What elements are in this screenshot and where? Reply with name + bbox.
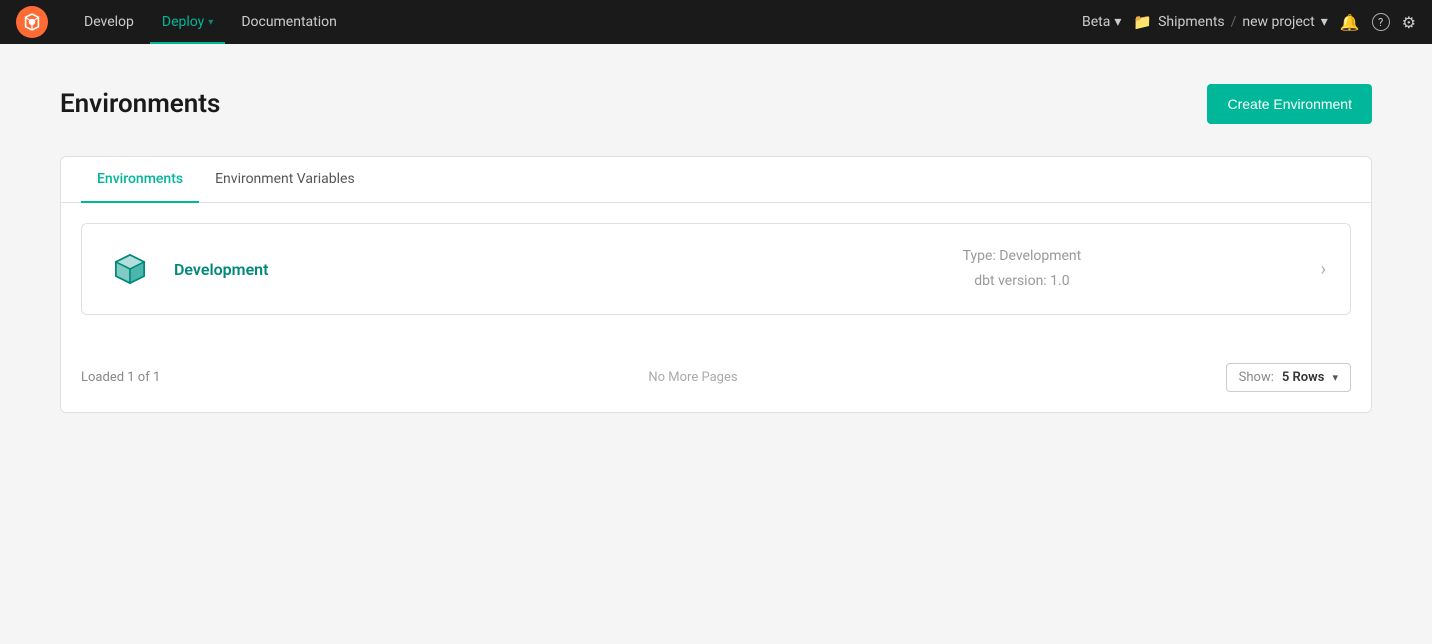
tabs-bar: Environments Environment Variables — [61, 157, 1371, 203]
environment-meta: Type: Development dbt version: 1.0 — [739, 244, 1304, 294]
rows-per-page-select[interactable]: Show: 5 Rows ▾ — [1226, 363, 1351, 392]
page-title: Environments — [60, 89, 220, 119]
environments-list: Development Type: Development dbt versio… — [61, 203, 1371, 335]
cube-icon — [110, 249, 150, 289]
environment-dbt-version: dbt version: 1.0 — [739, 269, 1304, 294]
pagination-loaded-text: Loaded 1 of 1 — [81, 370, 160, 385]
environment-icon-wrapper — [106, 245, 154, 293]
environment-row[interactable]: Development Type: Development dbt versio… — [81, 223, 1351, 315]
create-environment-button[interactable]: Create Environment — [1207, 84, 1372, 124]
settings-icon: ⚙ — [1402, 13, 1416, 32]
tab-environment-variables[interactable]: Environment Variables — [199, 157, 371, 203]
deploy-chevron-icon: ▾ — [208, 17, 213, 28]
environment-name: Development — [174, 260, 739, 279]
project-name-label: new project — [1242, 14, 1314, 30]
nav-links: Develop Deploy ▾ Documentation — [72, 0, 349, 44]
environments-container: Environments Environment Variables Devel… — [60, 156, 1372, 413]
logo[interactable] — [16, 6, 48, 38]
page-header: Environments Create Environment — [60, 84, 1372, 124]
rows-chevron-icon: ▾ — [1332, 371, 1338, 384]
project-chevron-icon: ▾ — [1321, 14, 1328, 30]
beta-chevron-icon: ▾ — [1114, 14, 1121, 30]
beta-dropdown[interactable]: Beta ▾ — [1082, 14, 1121, 30]
environment-type: Type: Development — [739, 244, 1304, 269]
path-separator: / — [1231, 14, 1237, 30]
project-folder-label: Shipments — [1158, 14, 1225, 30]
dbt-logo-icon — [16, 6, 48, 38]
no-more-pages-text: No More Pages — [648, 370, 737, 385]
help-button[interactable]: ? — [1372, 13, 1390, 31]
settings-button[interactable]: ⚙ — [1402, 13, 1416, 32]
folder-icon: 📁 — [1133, 13, 1152, 31]
nav-documentation[interactable]: Documentation — [229, 0, 349, 44]
bell-icon: 🔔 — [1340, 13, 1360, 32]
show-label: Show: — [1239, 370, 1274, 385]
nav-deploy[interactable]: Deploy ▾ — [150, 0, 225, 44]
environment-row-chevron-icon: › — [1321, 259, 1326, 280]
nav-develop[interactable]: Develop — [72, 0, 146, 44]
navbar-left: Develop Deploy ▾ Documentation — [16, 0, 349, 44]
top-navbar: Develop Deploy ▾ Documentation Beta ▾ 📁 … — [0, 0, 1432, 44]
tab-environments[interactable]: Environments — [81, 157, 199, 203]
project-path[interactable]: 📁 Shipments / new project ▾ — [1133, 13, 1327, 31]
pagination-footer: Loaded 1 of 1 No More Pages Show: 5 Rows… — [61, 343, 1371, 412]
help-icon: ? — [1372, 13, 1390, 31]
rows-value: 5 Rows — [1282, 370, 1325, 385]
notification-bell-button[interactable]: 🔔 — [1340, 13, 1360, 32]
navbar-right: Beta ▾ 📁 Shipments / new project ▾ 🔔 ? ⚙ — [1082, 13, 1416, 32]
main-content: Environments Create Environment Environm… — [0, 44, 1432, 644]
